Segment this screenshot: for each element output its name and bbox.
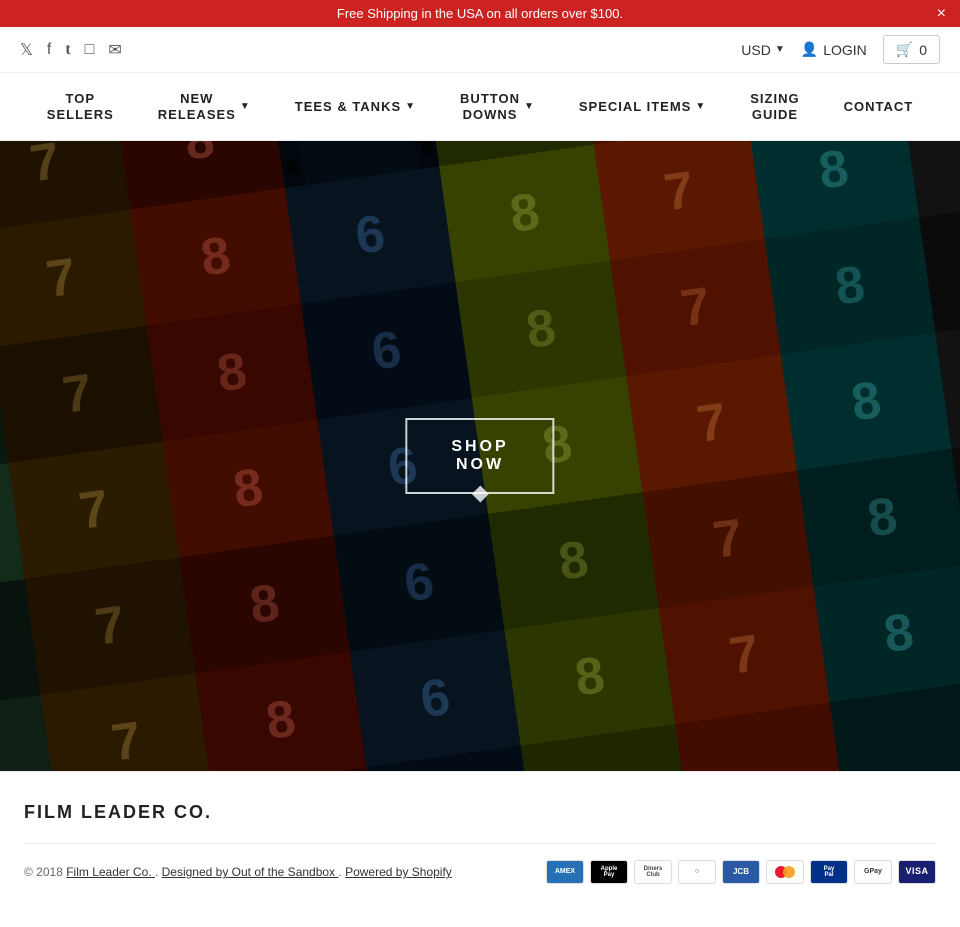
powered-by: Powered by Shopify <box>345 865 452 879</box>
announcement-close-button[interactable]: × <box>937 6 946 22</box>
payment-amex: AMEX <box>546 860 584 884</box>
facebook-icon: f <box>47 41 51 59</box>
instagram-link[interactable]: □ <box>85 41 95 59</box>
user-icon: 👤 <box>801 41 818 58</box>
nav-item-new-releases[interactable]: NEWRELEASES ▼ <box>136 73 273 140</box>
company-name-link[interactable]: Film Leader Co. <box>66 865 155 879</box>
cart-icon: 🛒 <box>896 41 913 58</box>
email-icon: ✉ <box>108 40 121 60</box>
nav-label-tees-tanks: TEES & TANKS <box>295 99 401 115</box>
nav-item-button-downs[interactable]: BUTTONDOWNS ▼ <box>438 73 557 140</box>
nav-label-new-releases: NEWRELEASES <box>158 91 236 122</box>
payment-mastercard <box>766 860 804 884</box>
tumblr-icon: t <box>65 41 70 59</box>
currency-selector[interactable]: USD ▼ <box>741 42 784 58</box>
instagram-icon: □ <box>85 41 95 59</box>
shop-now-button[interactable]: SHOPNOW <box>405 418 554 494</box>
nav-item-top-sellers[interactable]: TOPSELLERS <box>25 73 136 140</box>
special-items-chevron: ▼ <box>695 101 706 113</box>
currency-chevron: ▼ <box>775 44 785 55</box>
powered-by-link[interactable]: Powered by Shopify <box>345 865 452 879</box>
facebook-link[interactable]: f <box>47 41 51 59</box>
announcement-text: Free Shipping in the USA on all orders o… <box>337 6 623 21</box>
nav-item-tees-tanks[interactable]: TEES & TANKS ▼ <box>273 81 438 133</box>
currency-label: USD <box>741 42 771 58</box>
nav-item-special-items[interactable]: SPECIAL ITEMS ▼ <box>557 81 728 133</box>
twitter-icon: 𝕏 <box>20 40 33 60</box>
nav-label-button-downs: BUTTONDOWNS <box>460 91 520 122</box>
footer: FILM LEADER CO. © 2018 Film Leader Co. .… <box>0 771 960 904</box>
footer-brand: FILM LEADER CO. <box>24 802 936 823</box>
payment-paypal: PayPal <box>810 860 848 884</box>
nav-label-sizing-guide: SIZINGGUIDE <box>750 91 799 122</box>
new-releases-chevron: ▼ <box>240 101 251 113</box>
payment-gpay: GPay <box>854 860 892 884</box>
top-bar: 𝕏 f t □ ✉ USD ▼ 👤 LOGIN 🛒 0 <box>0 27 960 73</box>
payment-generic: ○ <box>678 860 716 884</box>
footer-bottom: © 2018 Film Leader Co. . Designed by Out… <box>24 843 936 884</box>
tees-tanks-chevron: ▼ <box>405 101 416 113</box>
nav-label-top-sellers: TOPSELLERS <box>47 91 114 122</box>
payment-visa: VISA <box>898 860 936 884</box>
login-label: LOGIN <box>823 42 867 58</box>
main-navigation: TOPSELLERS NEWRELEASES ▼ TEES & TANKS ▼ … <box>0 73 960 141</box>
top-right-actions: USD ▼ 👤 LOGIN 🛒 0 <box>741 35 940 64</box>
nav-label-special-items: SPECIAL ITEMS <box>579 99 691 115</box>
designed-by: Designed by Out of the Sandbox <box>162 865 335 879</box>
payment-jcb: JCB <box>722 860 760 884</box>
payment-diners: DinersClub <box>634 860 672 884</box>
email-link[interactable]: ✉ <box>108 40 121 60</box>
hero-section: 8 8 8 8 8 8 7 7 7 7 7 7 8 8 8 8 8 8 <box>0 141 960 771</box>
social-links: 𝕏 f t □ ✉ <box>20 40 122 60</box>
nav-item-sizing-guide[interactable]: SIZINGGUIDE <box>728 73 821 140</box>
hero-content: SHOPNOW <box>405 418 554 494</box>
payment-apple-pay: ApplePay <box>590 860 628 884</box>
nav-label-contact: CONTACT <box>844 99 914 115</box>
cart-button[interactable]: 🛒 0 <box>883 35 940 64</box>
company-name: Film Leader Co. <box>66 865 151 879</box>
twitter-link[interactable]: 𝕏 <box>20 40 33 60</box>
login-link[interactable]: 👤 LOGIN <box>801 41 867 58</box>
button-downs-chevron: ▼ <box>524 101 535 113</box>
designed-by-link[interactable]: Designed by Out of the Sandbox <box>162 865 339 879</box>
copyright-year: © 2018 <box>24 865 63 879</box>
shop-now-label: SHOPNOW <box>451 438 508 473</box>
footer-copyright: © 2018 Film Leader Co. . Designed by Out… <box>24 865 452 879</box>
nav-item-contact[interactable]: CONTACT <box>822 81 936 133</box>
cart-count: 0 <box>919 42 927 58</box>
announcement-bar: Free Shipping in the USA on all orders o… <box>0 0 960 27</box>
tumblr-link[interactable]: t <box>65 41 70 59</box>
payment-icons: AMEX ApplePay DinersClub ○ JCB PayPal GP… <box>546 860 936 884</box>
